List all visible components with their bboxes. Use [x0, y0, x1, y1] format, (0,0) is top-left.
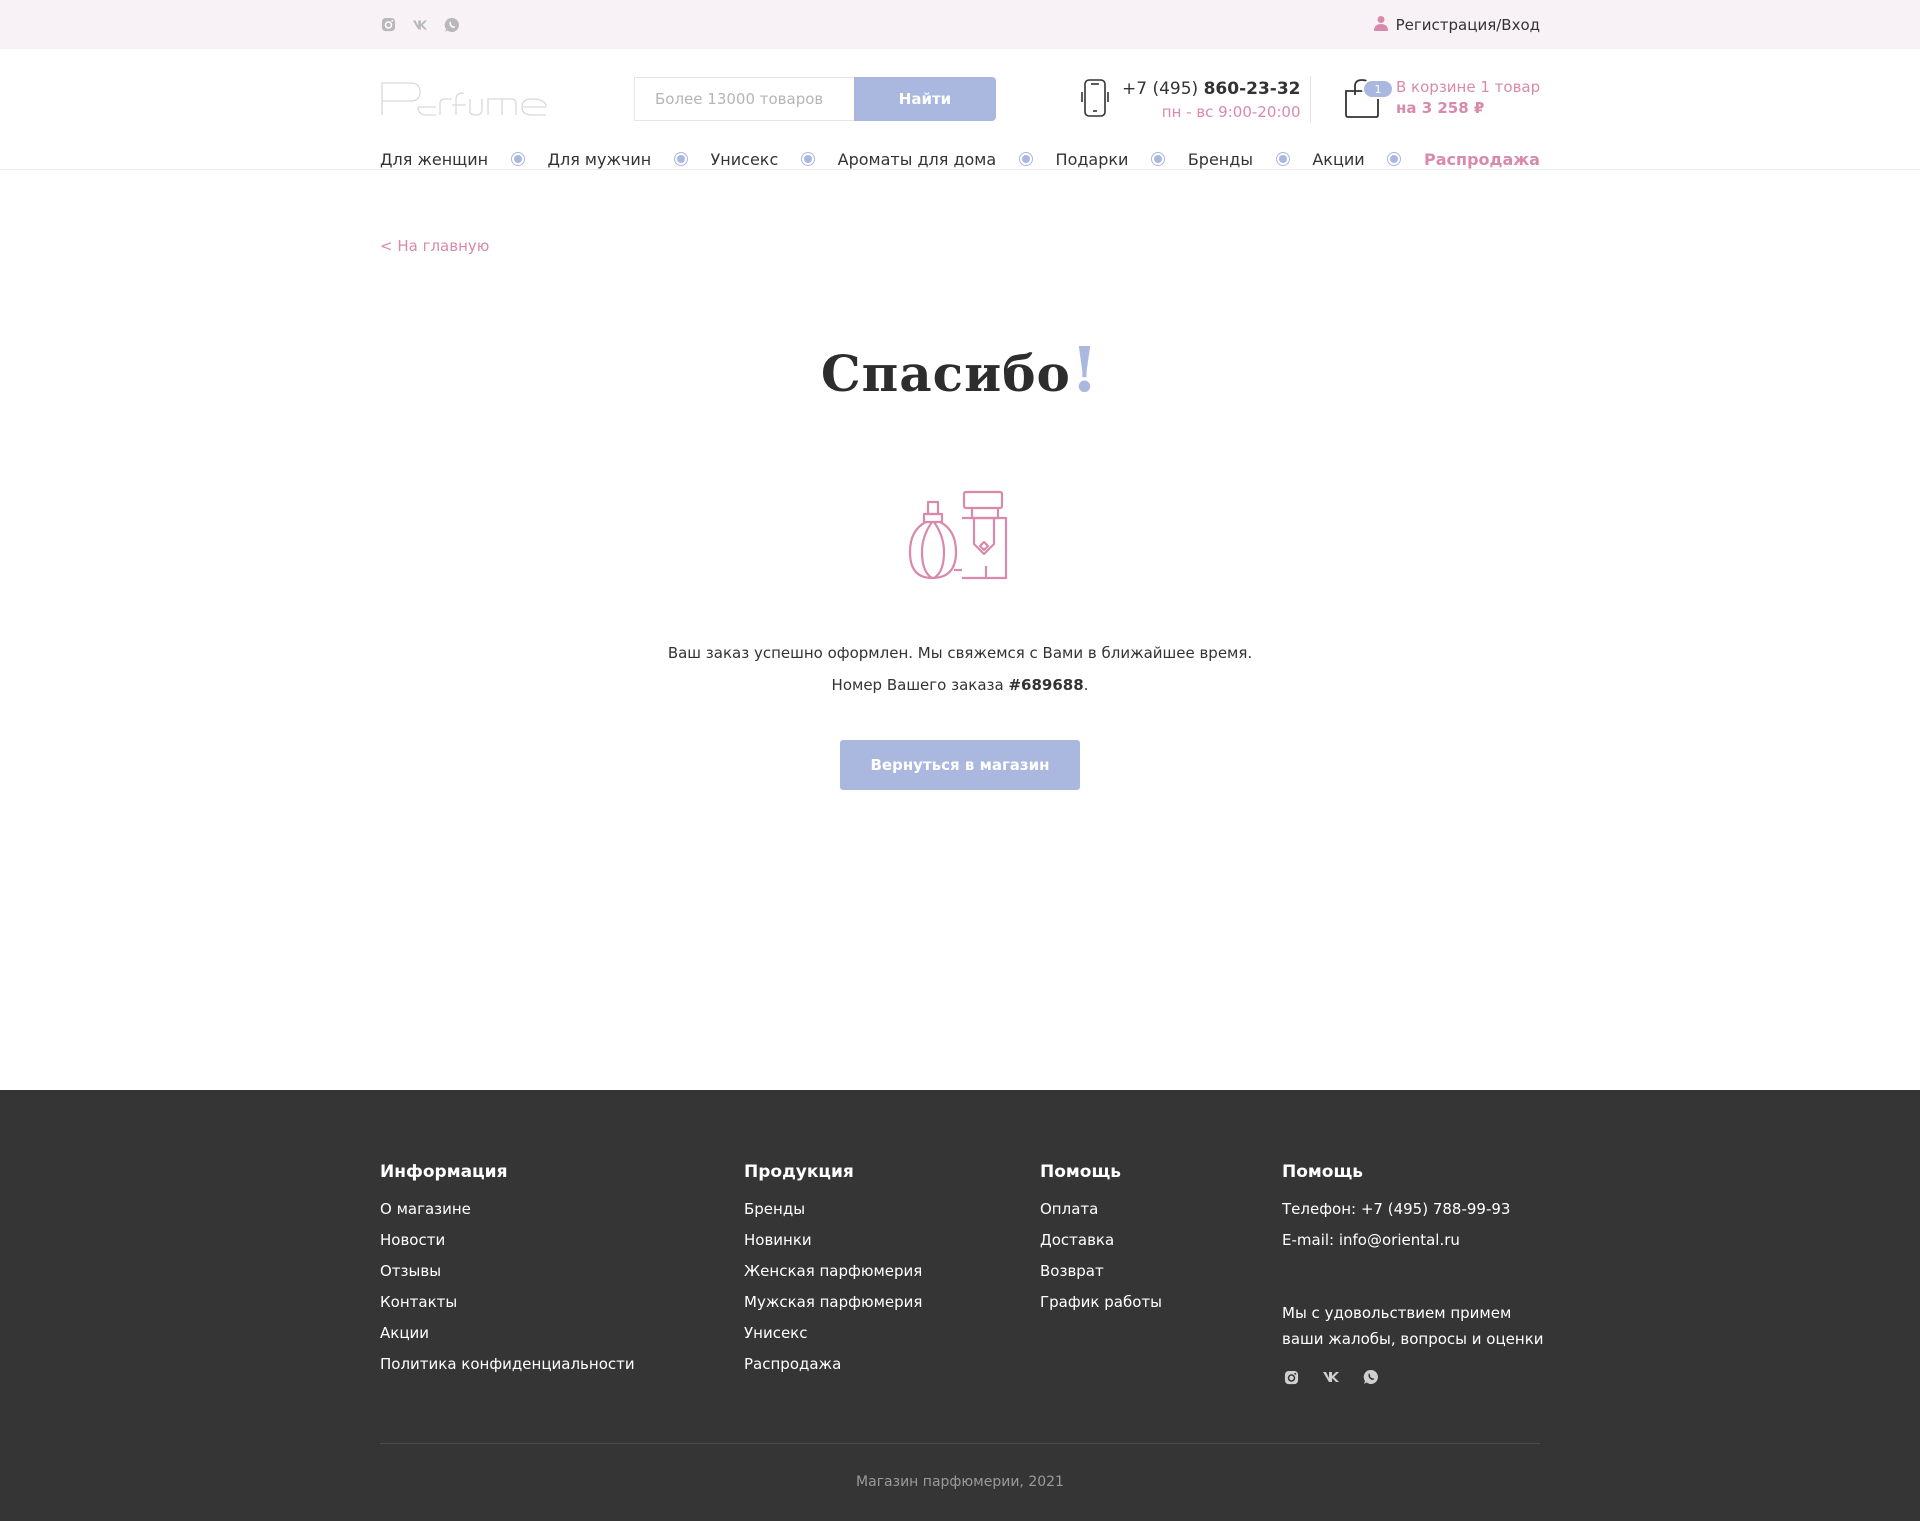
footer-link-schedule[interactable]: График работы: [1040, 1287, 1162, 1318]
vk-icon[interactable]: [1322, 1368, 1340, 1386]
footer-link-brands[interactable]: Бренды: [744, 1194, 922, 1225]
nav-separator-dot: [800, 152, 815, 166]
success-message: Ваш заказ успешно оформлен. Мы свяжемся …: [667, 644, 1253, 662]
footer-link-unisex[interactable]: Унисекс: [744, 1318, 922, 1349]
search-form: Найти: [634, 77, 996, 121]
footer-phone[interactable]: Телефон: +7 (495) 788-99-93: [1282, 1194, 1552, 1225]
main-nav: Для женщин Для мужчин Унисекс Ароматы дл…: [380, 148, 1540, 170]
nav-item-women[interactable]: Для женщин: [380, 150, 488, 169]
nav-separator-dot: [673, 152, 688, 166]
nav-item-gifts[interactable]: Подарки: [1056, 150, 1129, 169]
site-header: Найти +7 (495) 860-23-32 пн - вс 9:00-20…: [0, 49, 1920, 170]
cart-summary: В корзине 1 товар: [1396, 78, 1541, 96]
footer-link-reviews[interactable]: Отзывы: [380, 1256, 635, 1287]
user-icon: [1373, 15, 1388, 35]
whatsapp-icon[interactable]: [444, 17, 460, 33]
working-hours: пн - вс 9:00-20:00: [1161, 103, 1301, 121]
phone-block: +7 (495) 860-23-32 пн - вс 9:00-20:00: [1080, 78, 1301, 122]
footer-heading: Помощь: [1282, 1162, 1364, 1182]
header-divider: [1310, 76, 1311, 122]
top-social-links: [380, 17, 460, 33]
nav-item-unisex[interactable]: Унисекс: [711, 150, 779, 169]
search-input[interactable]: [634, 77, 854, 121]
footer-link-about[interactable]: О магазине: [380, 1194, 635, 1225]
footer-link-return[interactable]: Возврат: [1040, 1256, 1162, 1287]
footer-column-contacts: Помощь Телефон: +7 (495) 788-99-93 E-mai…: [1282, 1162, 1552, 1386]
cart-total: на 3 258 ₽: [1396, 99, 1485, 117]
whatsapp-icon[interactable]: [1362, 1368, 1380, 1386]
cart-count-badge: 1: [1362, 79, 1394, 99]
phone-number[interactable]: +7 (495) 860-23-32: [1122, 79, 1301, 99]
footer-link-new[interactable]: Новинки: [744, 1225, 922, 1256]
nav-item-brands[interactable]: Бренды: [1188, 150, 1253, 169]
auth-label: Регистрация/Вход: [1395, 15, 1540, 34]
footer-social-links: [1282, 1368, 1552, 1386]
nav-separator-dot: [1387, 152, 1402, 166]
footer-email[interactable]: E-mail: info@oriental.ru: [1282, 1225, 1552, 1256]
return-to-shop-button[interactable]: Вернуться в магазин: [840, 740, 1080, 790]
nav-item-men[interactable]: Для мужчин: [547, 150, 651, 169]
nav-separator-dot: [1151, 152, 1166, 166]
instagram-icon[interactable]: [380, 17, 396, 33]
footer-feedback-text: Мы с удовольствием примем ваши жалобы, в…: [1282, 1304, 1544, 1348]
footer-column-products: Продукция Бренды Новинки Женская парфюме…: [744, 1162, 922, 1380]
back-to-home-link[interactable]: < На главную: [380, 237, 489, 255]
perfume-bottles-icon: [908, 490, 1012, 582]
cart-block[interactable]: 1 В корзине 1 товар на 3 258 ₽: [1342, 77, 1540, 119]
page-title: Спасибо!: [820, 333, 1100, 406]
order-number-line: Номер Вашего заказа #689688.: [831, 676, 1089, 694]
footer-link-sale[interactable]: Распродажа: [744, 1349, 922, 1380]
footer-column-help: Помощь Оплата Доставка Возврат График ра…: [1040, 1162, 1162, 1318]
footer-divider: [380, 1443, 1540, 1444]
nav-item-home-scents[interactable]: Ароматы для дома: [838, 150, 997, 169]
footer-link-men-perfume[interactable]: Мужская парфюмерия: [744, 1287, 922, 1318]
top-bar: Регистрация/Вход: [0, 0, 1920, 49]
smartphone-icon: [1080, 78, 1110, 122]
site-footer: Информация О магазине Новости Отзывы Кон…: [0, 1090, 1920, 1521]
copyright: Магазин парфюмерии, 2021: [856, 1474, 1064, 1490]
nav-item-sale[interactable]: Распродажа: [1424, 150, 1540, 169]
footer-link-delivery[interactable]: Доставка: [1040, 1225, 1162, 1256]
nav-item-promotions[interactable]: Акции: [1312, 150, 1364, 169]
instagram-icon[interactable]: [1282, 1368, 1300, 1386]
vk-icon[interactable]: [412, 17, 428, 33]
footer-link-privacy[interactable]: Политика конфиденциальности: [380, 1349, 635, 1380]
shopping-bag-icon: [1342, 79, 1382, 123]
nav-separator-dot: [1275, 152, 1290, 166]
search-button[interactable]: Найти: [854, 77, 996, 121]
site-logo[interactable]: [380, 79, 550, 117]
footer-heading: Помощь: [1040, 1162, 1122, 1182]
footer-link-news[interactable]: Новости: [380, 1225, 635, 1256]
footer-column-info: Информация О магазине Новости Отзывы Кон…: [380, 1162, 635, 1380]
footer-link-contacts[interactable]: Контакты: [380, 1287, 635, 1318]
footer-heading: Продукция: [744, 1162, 854, 1182]
footer-heading: Информация: [380, 1162, 508, 1182]
auth-link[interactable]: Регистрация/Вход: [1373, 15, 1540, 35]
footer-link-women-perfume[interactable]: Женская парфюмерия: [744, 1256, 922, 1287]
order-number: #689688: [1008, 676, 1084, 694]
nav-separator-dot: [1018, 152, 1033, 166]
footer-link-promotions[interactable]: Акции: [380, 1318, 635, 1349]
footer-link-payment[interactable]: Оплата: [1040, 1194, 1162, 1225]
nav-separator-dot: [510, 152, 525, 166]
